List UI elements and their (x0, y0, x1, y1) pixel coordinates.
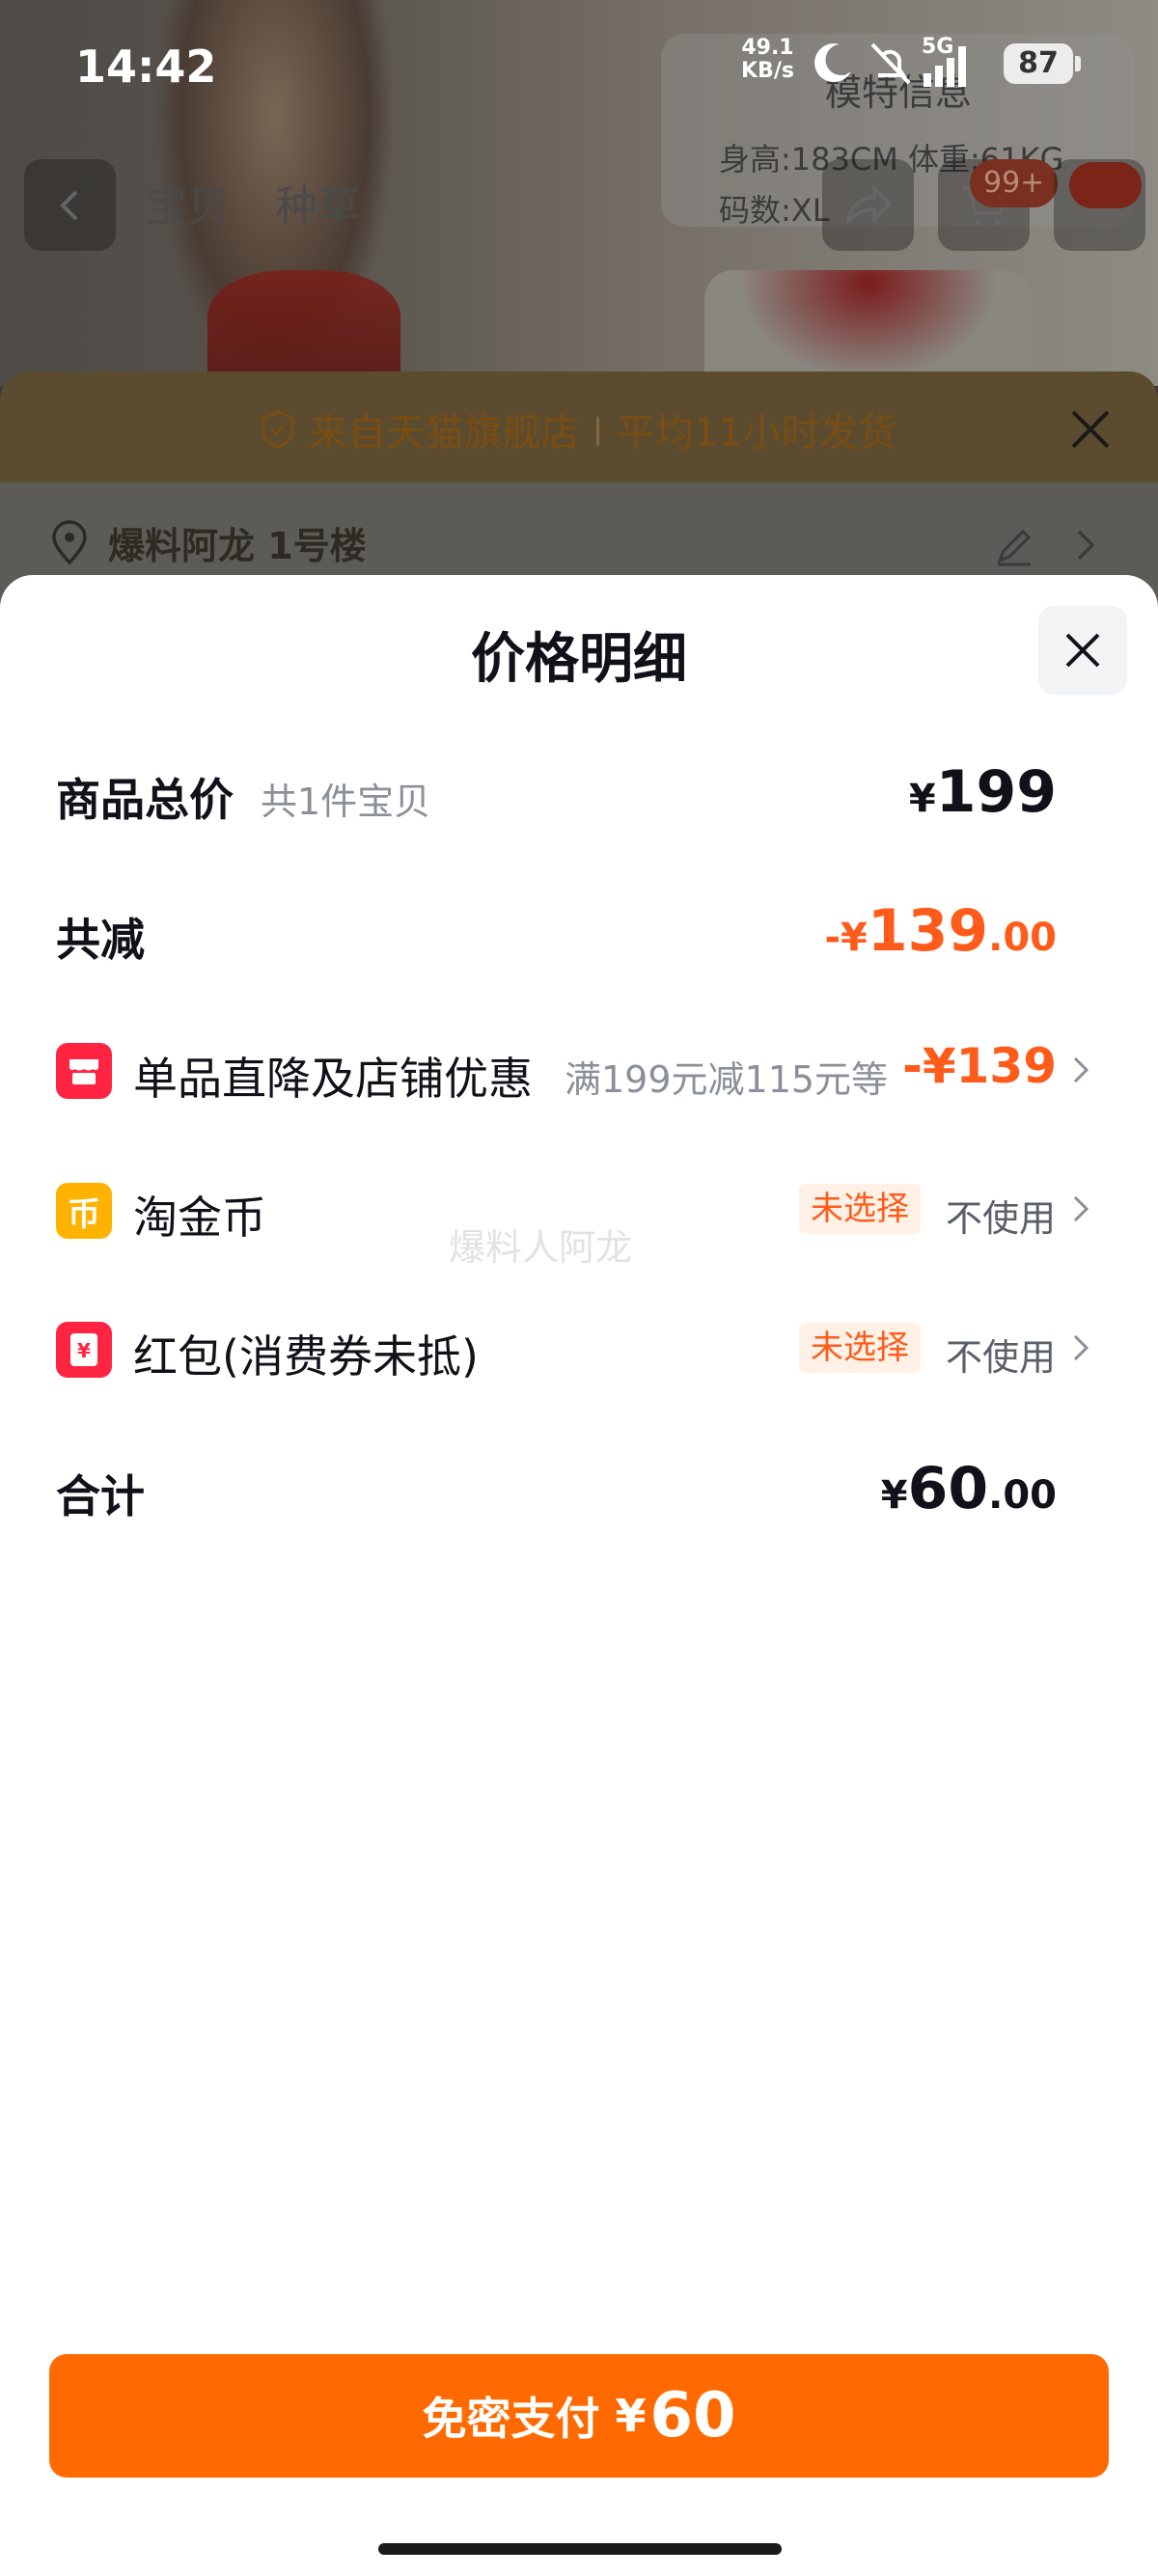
tab-product[interactable]: 宝贝 (145, 172, 230, 233)
total-amount: ¥199 (909, 758, 1057, 826)
mute-icon (870, 42, 911, 85)
pay-button[interactable]: 免密支付 ¥ 60 (49, 2354, 1109, 2478)
reduction-label: 共减 (56, 914, 145, 966)
address-row[interactable]: 爆料阿龙 1号楼 (50, 516, 367, 569)
close-icon (1065, 633, 1100, 668)
battery-indicator: 87 (1004, 43, 1073, 84)
reduction-decimal: .00 (988, 916, 1057, 960)
redpacket-tag: 未选择 (799, 1323, 921, 1373)
total-value: 199 (935, 758, 1057, 826)
home-indicator[interactable] (378, 2543, 782, 2555)
chevron-right-icon (1073, 1056, 1089, 1083)
reduction-amount: -¥139.00 (824, 897, 1057, 965)
divider: | (593, 412, 603, 447)
total-currency: ¥ (908, 777, 936, 821)
shipping-source: 来自天猫旗舰店 (309, 411, 580, 455)
redpacket-status[interactable]: 不使用 (946, 1328, 1056, 1381)
discount-detail: 满199元减115元等 (565, 1058, 889, 1101)
sum-amount: ¥60.00 (881, 1455, 1057, 1522)
coins-label: 淘金币 (133, 1192, 266, 1244)
chevron-right-icon (1073, 1334, 1089, 1361)
total-count: 共1件宝贝 (261, 781, 431, 823)
redpacket-label: 红包(消费券未抵) (133, 1330, 479, 1383)
close-icon[interactable] (1062, 400, 1119, 458)
discount-value[interactable]: -¥139 (902, 1038, 1057, 1094)
model-info-code: 码数:XL (719, 192, 830, 229)
coin-icon: 币 (56, 1183, 112, 1239)
edit-icon[interactable] (994, 526, 1034, 566)
shield-check-icon (262, 410, 294, 449)
status-time: 14:42 (75, 41, 217, 93)
chevron-left-icon (59, 190, 77, 220)
redpacket-icon: ¥ (56, 1322, 112, 1378)
battery-cap (1075, 56, 1081, 71)
cart-badge: 99+ (970, 159, 1059, 207)
reduction-value: 139 (867, 897, 989, 965)
message-badge (1069, 162, 1142, 208)
discount-label[interactable]: 单品直降及店铺优惠 (133, 1044, 533, 1108)
pay-label: 免密支付 (422, 2393, 600, 2445)
network-speed-unit: KB/s (741, 59, 794, 83)
shipping-time: 平均11小时发货 (616, 411, 897, 455)
tab-seed[interactable]: 种草 (275, 172, 360, 233)
watermark: 爆料人阿龙 (449, 1226, 633, 1269)
sum-currency: ¥ (880, 1473, 908, 1518)
network-speed-value: 49.1 (741, 36, 794, 60)
shirt-collar (207, 270, 400, 386)
status-bar: 14:42 49.1 KB/s 5G 87 (0, 0, 1158, 135)
shipping-banner: 来自天猫旗舰店 | 平均11小时发货 (0, 381, 1158, 478)
share-icon (844, 183, 892, 224)
location-pin-icon (52, 519, 87, 564)
reduction-prefix: -¥ (824, 916, 868, 960)
sum-decimal: .00 (988, 1473, 1057, 1518)
coins-status[interactable]: 不使用 (946, 1189, 1056, 1242)
signal-icon (924, 46, 966, 87)
total-label: 商品总价 (56, 774, 234, 826)
price-detail-sheet (0, 575, 1158, 2576)
network-speed: 49.1 KB/s (741, 37, 794, 83)
chevron-right-icon (1073, 1195, 1089, 1222)
sum-label: 合计 (56, 1470, 145, 1522)
address-text: 爆料阿龙 1号楼 (108, 525, 367, 567)
svg-text:¥: ¥ (77, 1339, 91, 1362)
shop-icon (56, 1043, 112, 1099)
share-button[interactable] (822, 159, 914, 251)
coins-tag: 未选择 (799, 1184, 921, 1234)
close-button[interactable] (1038, 606, 1127, 695)
chevron-right-icon (1077, 530, 1095, 561)
sum-value: 60 (907, 1455, 989, 1522)
pay-currency: ¥ (615, 2390, 647, 2442)
back-button[interactable] (24, 159, 116, 251)
sheet-title: 价格明细 (471, 628, 687, 691)
moon-icon (814, 43, 851, 83)
pay-amount: 60 (649, 2380, 736, 2452)
